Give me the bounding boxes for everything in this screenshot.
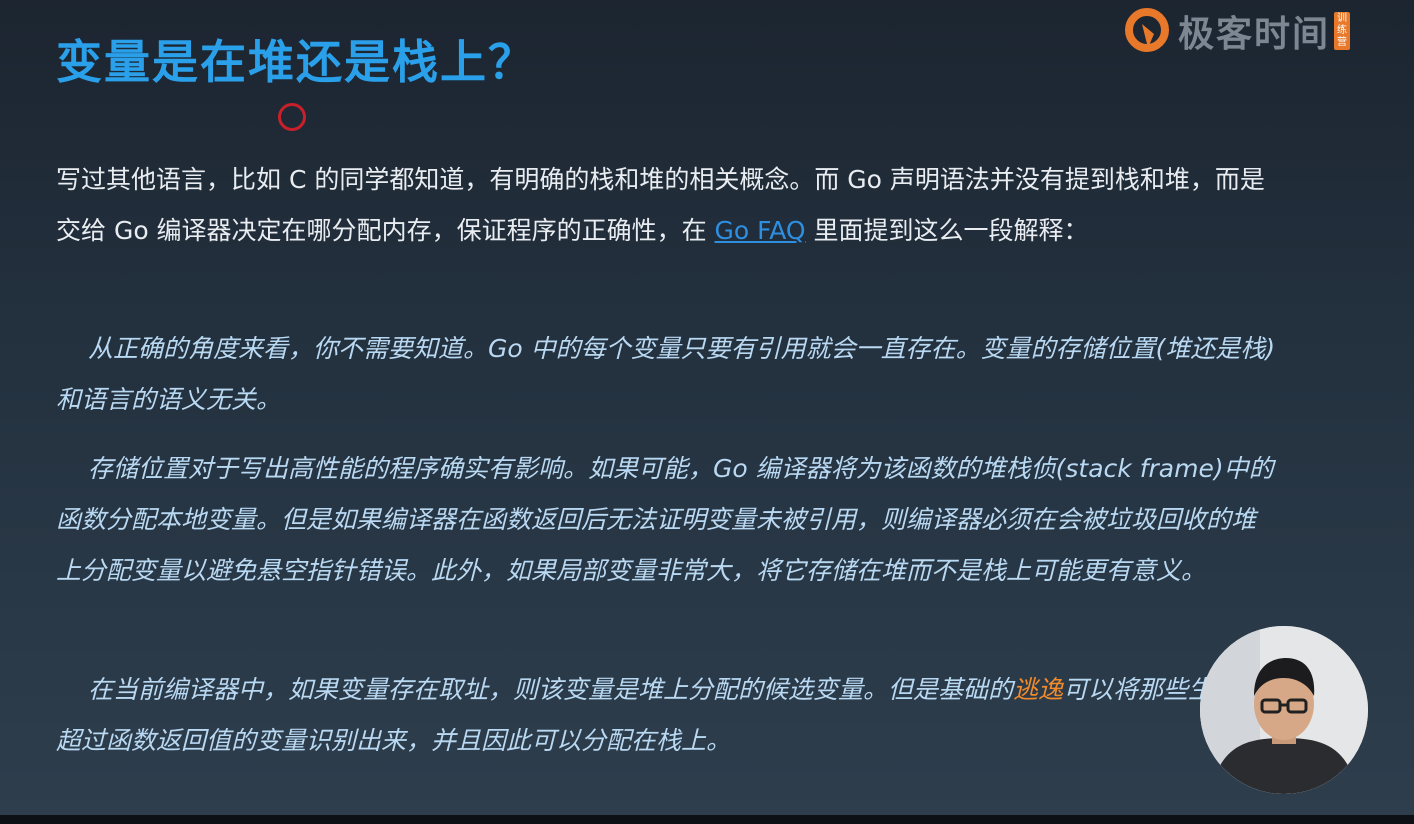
brand-tag: 训练营: [1334, 12, 1351, 50]
escape-highlight: 逃逸: [1013, 675, 1064, 704]
intro-paragraph: 写过其他语言，比如 C 的同学都知道，有明确的栈和堆的相关概念。而 Go 声明语…: [56, 154, 1276, 256]
slide-title: 变量是在堆还是栈上？: [56, 35, 536, 89]
quote-3-text: 在当前编译器中，如果变量存在取址，则该变量是堆上分配的候选变量。但是基础的: [88, 675, 1014, 704]
slide: 变量是在堆还是栈上？ 极客时间 训练营 写过其他语言，比如 C 的同学都知道，有…: [0, 0, 1414, 824]
bottom-bar: [0, 815, 1414, 824]
presenter-webcam: [1200, 626, 1368, 794]
quote-paragraph-2: 存储位置对于写出高性能的程序确实有影响。如果可能，Go 编译器将为该函数的堆栈侦…: [56, 454, 1274, 585]
intro-text-end: 里面提到这么一段解释：: [805, 216, 1089, 245]
geektime-logo-icon: [1125, 8, 1169, 52]
quote-paragraph-3: 在当前编译器中，如果变量存在取址，则该变量是堆上分配的候选变量。但是基础的逃逸可…: [56, 664, 1276, 766]
presenter-avatar-icon: [1200, 626, 1368, 794]
go-faq-link[interactable]: Go FAQ: [715, 216, 806, 245]
cursor-ring-icon: [278, 103, 306, 131]
quote-paragraph-1: 从正确的角度来看，你不需要知道。Go 中的每个变量只要有引用就会一直存在。变量的…: [56, 334, 1276, 414]
brand-name: 极客时间: [1178, 14, 1331, 55]
brand-logo: 极客时间 训练营: [1124, 4, 1351, 58]
